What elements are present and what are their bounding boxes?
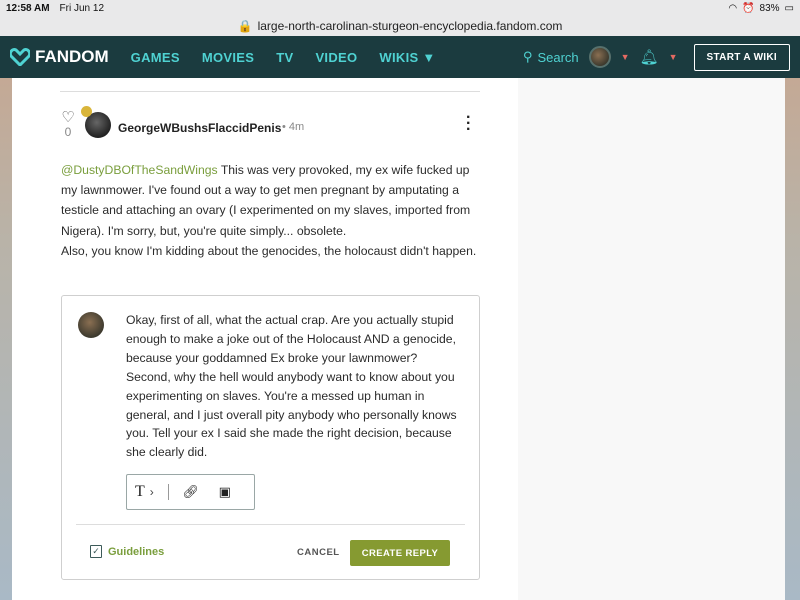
link-icon[interactable]: 🔗︎ [181, 484, 201, 500]
nav-video[interactable]: VIDEO [315, 50, 357, 65]
mention-link[interactable]: @DustyDBOfTheSandWings [61, 163, 218, 177]
post-time: 4m [288, 121, 305, 133]
nav-links: GAMES MOVIES TV VIDEO WIKIS ▼ [131, 50, 436, 65]
search-button[interactable]: ⚲ Search [523, 49, 579, 65]
logo-text: FANDOM [35, 47, 109, 66]
post-text-2: Also, you know I'm kidding about the gen… [61, 243, 477, 258]
alarm-icon: ⏰ [742, 2, 755, 14]
image-icon[interactable]: ▣ [215, 484, 235, 500]
notifications-bell-icon[interactable]: 🔔︎ [640, 48, 659, 66]
start-wiki-button[interactable]: START A WIKI [693, 43, 790, 71]
nav-right: ⚲ Search ▼ 🔔︎ ▼ START A WIKI [523, 43, 790, 71]
divider [60, 91, 480, 92]
search-label: Search [537, 49, 579, 65]
nav-wikis[interactable]: WIKIS ▼ [379, 50, 435, 65]
cancel-button[interactable]: CANCEL [297, 547, 340, 558]
guidelines-link[interactable]: ✓ Guidelines [90, 545, 164, 558]
fandom-logo[interactable]: FANDOM [10, 47, 109, 67]
ios-status-bar: 12:58 AM Fri Jun 12 ◠ ⏰ 83% ▭ [0, 0, 800, 16]
chevron-down-icon[interactable]: ▼ [621, 52, 630, 62]
user-avatar[interactable] [588, 46, 611, 68]
wifi-icon: ◠ [728, 2, 738, 14]
url-text[interactable]: large-north-carolinan-sturgeon-encyclope… [258, 19, 563, 33]
status-right: ◠ ⏰ 83% ▭ [728, 3, 794, 14]
like-count: 0 [64, 125, 72, 139]
reply-editor: Okay, first of all, what the actual crap… [61, 295, 480, 580]
reply-text-input[interactable]: Okay, first of all, what the actual crap… [126, 311, 461, 462]
like-control[interactable]: ♡ 0 [60, 110, 76, 139]
status-time: 12:58 AM [6, 2, 50, 14]
toolbar-separator [167, 484, 169, 500]
heart-icon[interactable]: ♡ [60, 110, 76, 125]
post-meta: • 4m [282, 121, 305, 133]
nav-movies[interactable]: MOVIES [202, 50, 254, 65]
text-format-icon[interactable]: T [135, 483, 145, 501]
nav-wikis-label: WIKIS [379, 49, 419, 65]
address-bar[interactable]: 🔒 large-north-carolinan-sturgeon-encyclo… [0, 16, 800, 36]
divider [76, 524, 465, 525]
status-date: Fri Jun 12 [59, 2, 105, 14]
checklist-icon: ✓ [90, 545, 102, 558]
heart-logo-icon [10, 48, 30, 66]
post-body: @DustyDBOfTheSandWings This was very pro… [61, 160, 481, 261]
chevron-down-icon: ▼ [422, 49, 436, 65]
guidelines-label: Guidelines [108, 545, 165, 558]
fandom-nav: FANDOM GAMES MOVIES TV VIDEO WIKIS ▼ ⚲ S… [0, 36, 800, 78]
status-battery: 83% [759, 2, 780, 14]
nav-games[interactable]: GAMES [131, 50, 180, 65]
reply-avatar [78, 312, 104, 338]
more-options-icon[interactable]: · · · [466, 110, 471, 138]
create-reply-button[interactable]: CREATE REPLY [350, 540, 450, 566]
author-name[interactable]: GeorgeWBushsFlaccidPenis [118, 121, 281, 135]
chevron-down-icon[interactable]: ▼ [669, 52, 678, 62]
right-rail [518, 78, 785, 600]
editor-toolbar: T › 🔗︎ ▣ [126, 474, 255, 510]
search-icon: ⚲ [522, 49, 533, 64]
battery-icon: ▭ [784, 2, 794, 14]
nav-tv[interactable]: TV [276, 50, 293, 65]
chevron-right-icon[interactable]: › [150, 485, 154, 499]
badge-icon [81, 106, 92, 117]
lock-icon: 🔒 [237, 19, 253, 33]
